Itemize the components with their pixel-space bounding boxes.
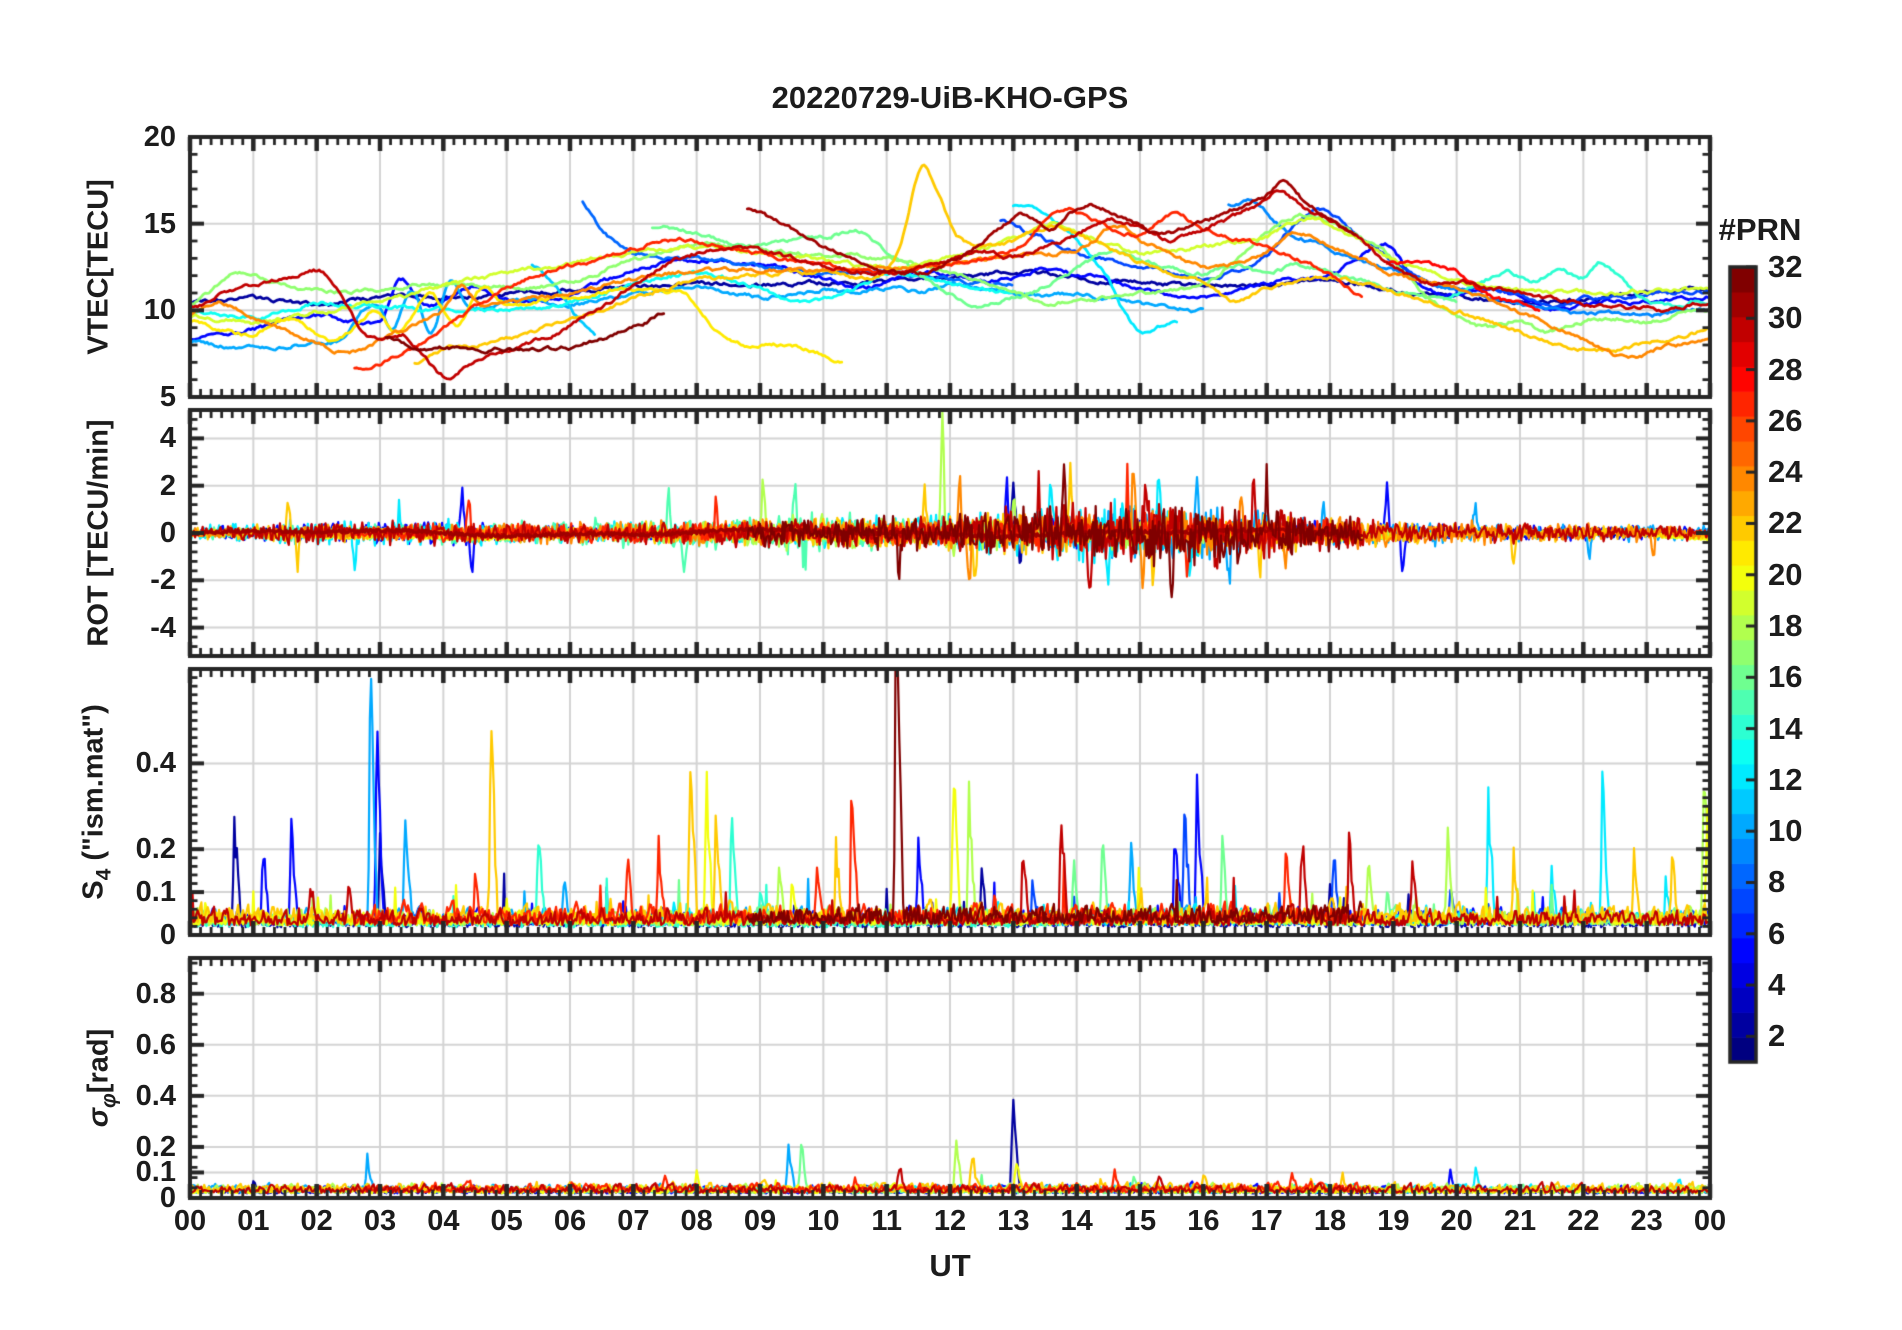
- colorbar-tick-label: 18: [1768, 608, 1803, 644]
- x-tick-label: 01: [237, 1205, 270, 1237]
- colorbar-tick-label: 4: [1768, 967, 1786, 1003]
- y-tick-label: 0.2: [135, 833, 176, 866]
- x-tick-label: 22: [1567, 1205, 1600, 1237]
- x-tick-label: 15: [1123, 1205, 1157, 1237]
- x-tick-label: 19: [1377, 1205, 1410, 1237]
- colorbar-tick-label: 14: [1768, 710, 1803, 746]
- x-tick-label: 17: [1250, 1205, 1283, 1237]
- x-tick-label: 20: [1440, 1205, 1473, 1237]
- y-tick-label: 0: [159, 919, 176, 951]
- x-tick-label: 13: [997, 1205, 1030, 1237]
- y-tick-label: 15: [143, 207, 176, 240]
- x-tick-label: 10: [807, 1205, 840, 1237]
- colorbar-tick-label: 24: [1768, 454, 1803, 490]
- x-tick-label: 07: [617, 1205, 650, 1237]
- colorbar-tick-label: 28: [1768, 351, 1803, 387]
- colorbar-tick-label: 12: [1768, 761, 1803, 797]
- y-tick-label: 2: [159, 469, 176, 502]
- y-axis-label-vtec: VTEC[TECU]: [82, 179, 115, 355]
- colorbar-tick-label: 26: [1768, 402, 1803, 438]
- y-tick-label: -2: [150, 564, 176, 597]
- y-tick-label: 0.4: [135, 747, 176, 780]
- colorbar-tick-label: 8: [1768, 864, 1786, 900]
- colorbar-tick-label: 10: [1768, 813, 1803, 849]
- x-tick-label: 14: [1060, 1205, 1093, 1237]
- colorbar-tick-label: 2: [1768, 1018, 1786, 1054]
- chart-title: 20220729-UiB-KHO-GPS: [771, 80, 1129, 115]
- y-tick-label: 5: [159, 381, 176, 413]
- colorbar-tick-label: 22: [1768, 505, 1803, 541]
- x-tick-label: 18: [1313, 1205, 1347, 1237]
- figure-root: 20220729-UiB-KHO-GPS UT #PRN VTEC[TECU] …: [0, 0, 1902, 1330]
- colorbar-title: #PRN: [1718, 212, 1802, 247]
- y-axis-label-s4: S4 ("ism.mat"): [78, 704, 116, 900]
- x-tick-label: 09: [743, 1205, 777, 1237]
- y-tick-label: 10: [143, 294, 176, 327]
- y-tick-label: -4: [150, 611, 176, 644]
- x-tick-label: 23: [1630, 1205, 1663, 1237]
- y-tick-label: 0.1: [135, 876, 176, 909]
- x-tick-label: 06: [553, 1205, 587, 1237]
- x-tick-label: 21: [1503, 1205, 1537, 1237]
- x-tick-label: 11: [871, 1205, 902, 1237]
- x-axis-label: UT: [929, 1248, 971, 1283]
- x-tick-label: 02: [300, 1205, 333, 1237]
- x-tick-label: 00: [173, 1205, 207, 1237]
- colorbar-tick-label: 6: [1768, 915, 1786, 951]
- colorbar-tick-label: 30: [1768, 300, 1803, 336]
- x-tick-label: 04: [427, 1205, 460, 1237]
- plot-canvas: [0, 0, 1902, 1330]
- colorbar-tick-label: 32: [1768, 249, 1803, 284]
- y-tick-label: 0: [159, 517, 176, 549]
- y-tick-label: 20: [143, 121, 176, 153]
- x-tick-label: 05: [490, 1205, 523, 1237]
- y-tick-label: 0.8: [135, 977, 176, 1010]
- x-tick-label: 03: [363, 1205, 397, 1237]
- y-tick-label: 4: [159, 422, 176, 455]
- x-tick-label: 16: [1187, 1205, 1220, 1237]
- x-tick-label: 08: [680, 1205, 713, 1237]
- y-tick-label: 0.4: [135, 1079, 176, 1112]
- y-tick-label: 0: [159, 1182, 176, 1214]
- colorbar-tick-label: 20: [1768, 556, 1803, 592]
- y-tick-label: 0.6: [135, 1028, 176, 1061]
- colorbar-tick-label: 16: [1768, 659, 1803, 695]
- x-tick-label: 12: [933, 1205, 967, 1237]
- x-tick-label: 00: [1693, 1205, 1727, 1237]
